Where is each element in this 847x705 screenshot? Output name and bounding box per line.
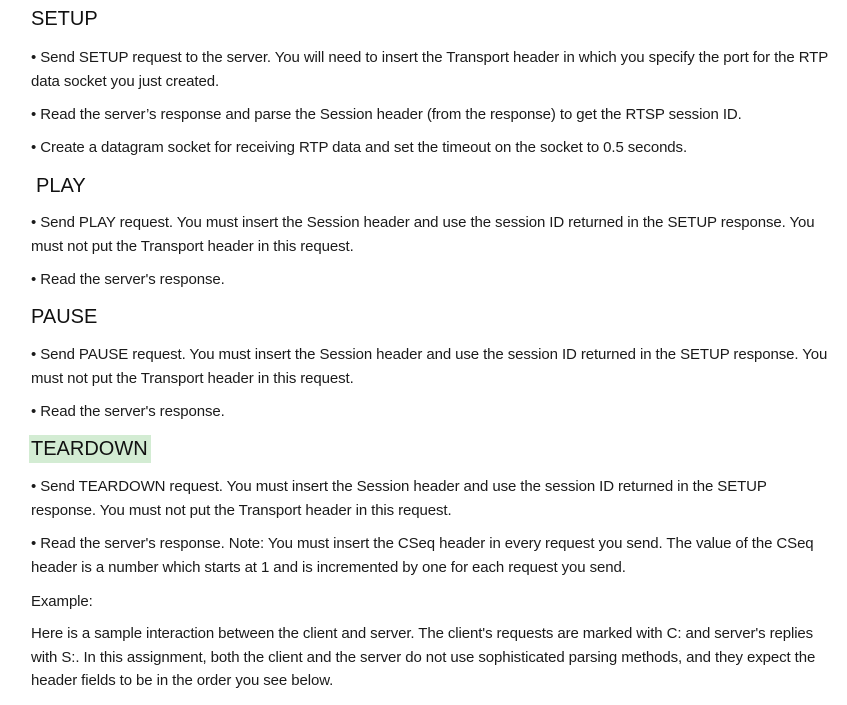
- bullet-icon: •: [31, 271, 37, 288]
- bullet-text: Send TEARDOWN request. You must insert t…: [31, 478, 767, 519]
- bullet-text: Read the server's response.: [40, 271, 225, 288]
- closing-paragraph: Here is a sample interaction between the…: [31, 625, 816, 689]
- bullet-text: Read the server's response. Note: You mu…: [31, 535, 814, 576]
- play-bullet-1: • Send PLAY request. You must insert the…: [31, 211, 831, 258]
- setup-bullet-2: • Read the server’s response and parse t…: [31, 103, 831, 127]
- section-heading-setup: SETUP: [31, 8, 98, 30]
- bullet-text: Send PLAY request. You must insert the S…: [31, 214, 815, 255]
- bullet-text: Create a datagram socket for receiving R…: [40, 139, 688, 156]
- bullet-text: Read the server’s response and parse the…: [40, 106, 742, 123]
- bullet-icon: •: [31, 478, 37, 495]
- bullet-icon: •: [31, 49, 37, 66]
- setup-bullet-1: • Send SETUP request to the server. You …: [31, 46, 831, 93]
- example-label-block: Example:: [31, 590, 831, 614]
- play-bullet-2: • Read the server's response.: [31, 268, 831, 292]
- bullet-text: Read the server's response.: [40, 403, 225, 420]
- section-setup: SETUP: [31, 6, 831, 32]
- section-heading-pause: PAUSE: [31, 306, 98, 328]
- bullet-text: Send SETUP request to the server. You wi…: [31, 49, 828, 90]
- bullet-icon: •: [31, 535, 37, 552]
- pause-bullet-1: • Send PAUSE request. You must insert th…: [31, 343, 831, 390]
- bullet-text: Send PAUSE request. You must insert the …: [31, 346, 828, 387]
- section-play: PLAY: [36, 173, 836, 199]
- closing-paragraph-block: Here is a sample interaction between the…: [31, 622, 831, 693]
- bullet-icon: •: [31, 139, 37, 156]
- example-label: Example:: [31, 593, 93, 610]
- pause-bullet-2: • Read the server's response.: [31, 400, 831, 424]
- section-pause: PAUSE: [31, 304, 831, 330]
- setup-bullet-3: • Create a datagram socket for receiving…: [31, 136, 831, 160]
- bullet-icon: •: [31, 346, 37, 363]
- bullet-icon: •: [31, 106, 37, 123]
- section-heading-teardown: TEARDOWN: [29, 435, 151, 463]
- bullet-icon: •: [31, 214, 37, 231]
- teardown-bullet-1: • Send TEARDOWN request. You must insert…: [31, 475, 831, 522]
- section-heading-play: PLAY: [36, 175, 86, 197]
- section-teardown: TEARDOWN: [29, 435, 831, 463]
- teardown-bullet-2: • Read the server's response. Note: You …: [31, 532, 831, 579]
- bullet-icon: •: [31, 403, 37, 420]
